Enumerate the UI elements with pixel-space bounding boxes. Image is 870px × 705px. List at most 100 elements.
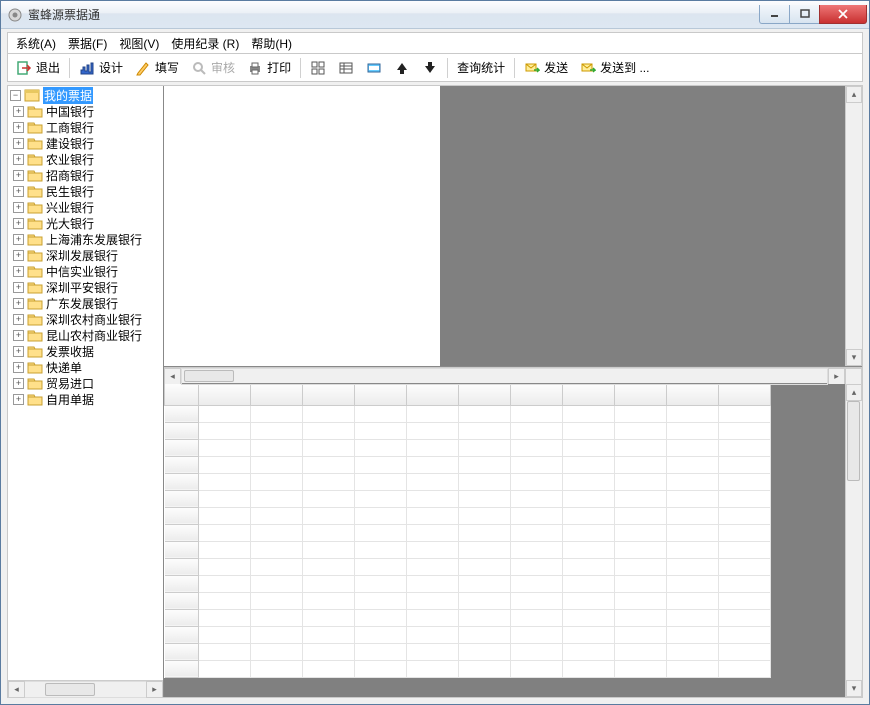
grid-cell[interactable] (459, 422, 511, 439)
grid-cell[interactable] (199, 643, 251, 660)
grid-cell[interactable] (667, 473, 719, 490)
grid-cell[interactable] (719, 490, 771, 507)
grid-cell[interactable] (459, 609, 511, 626)
grid-cell[interactable] (615, 609, 667, 626)
table-row[interactable] (165, 592, 771, 609)
tree-item[interactable]: +光大银行 (10, 215, 163, 231)
grid-cell[interactable] (615, 643, 667, 660)
titlebar[interactable]: 蜜蜂源票据通 (1, 1, 869, 29)
row-header[interactable] (165, 422, 199, 439)
row-header[interactable] (165, 558, 199, 575)
grid-cell[interactable] (615, 507, 667, 524)
scroll-down-icon[interactable]: ▾ (846, 680, 862, 697)
grid-cell[interactable] (459, 660, 511, 677)
design-button[interactable]: 设计 (73, 57, 129, 78)
expand-icon[interactable]: + (13, 138, 24, 149)
grid-cell[interactable] (459, 592, 511, 609)
collapse-icon[interactable]: − (10, 90, 21, 101)
grid-cell[interactable] (459, 541, 511, 558)
grid-cell[interactable] (407, 405, 459, 422)
grid-cell[interactable] (719, 422, 771, 439)
row-header[interactable] (165, 473, 199, 490)
grid-cell[interactable] (719, 524, 771, 541)
grid-cell[interactable] (459, 575, 511, 592)
grid-cell[interactable] (199, 558, 251, 575)
grid-cell[interactable] (667, 490, 719, 507)
grid-cell[interactable] (459, 456, 511, 473)
grid-cell[interactable] (719, 456, 771, 473)
grid-cell[interactable] (667, 524, 719, 541)
preview-vscrollbar[interactable]: ▴ ▾ (845, 86, 862, 366)
grid-cell[interactable] (719, 643, 771, 660)
grid-cell[interactable] (303, 609, 355, 626)
grid-cell[interactable] (563, 439, 615, 456)
grid-cell[interactable] (251, 558, 303, 575)
grid-cell[interactable] (199, 592, 251, 609)
grid-cell[interactable] (355, 626, 407, 643)
table-row[interactable] (165, 422, 771, 439)
table-row[interactable] (165, 609, 771, 626)
grid-header-cell[interactable] (511, 384, 563, 405)
grid-cell[interactable] (615, 660, 667, 677)
down-button[interactable] (416, 58, 444, 78)
grid-cell[interactable] (355, 541, 407, 558)
grid-cell[interactable] (719, 660, 771, 677)
minimize-button[interactable] (759, 5, 789, 24)
table-row[interactable] (165, 660, 771, 677)
grid-cell[interactable] (199, 609, 251, 626)
expand-icon[interactable]: + (13, 362, 24, 373)
grid-cell[interactable] (303, 575, 355, 592)
tree-item-label[interactable]: 中国银行 (46, 103, 94, 120)
grid-header-cell[interactable] (667, 384, 719, 405)
grid-cell[interactable] (407, 473, 459, 490)
row-header[interactable] (165, 626, 199, 643)
expand-icon[interactable]: + (13, 186, 24, 197)
grid-cell[interactable] (303, 660, 355, 677)
grid-cell[interactable] (303, 643, 355, 660)
grid-cell[interactable] (667, 405, 719, 422)
grid-cell[interactable] (355, 490, 407, 507)
expand-icon[interactable]: + (13, 266, 24, 277)
grid-cell[interactable] (667, 558, 719, 575)
grid-cell[interactable] (303, 439, 355, 456)
grid-header-cell[interactable] (563, 384, 615, 405)
tree-item-label[interactable]: 深圳发展银行 (46, 247, 118, 264)
grid-cell[interactable] (667, 422, 719, 439)
expand-icon[interactable]: + (13, 394, 24, 405)
menu-system[interactable]: 系统(A) (10, 33, 62, 54)
grid-cell[interactable] (615, 473, 667, 490)
tree-item[interactable]: +自用单据 (10, 391, 163, 407)
grid-cell[interactable] (251, 575, 303, 592)
table-row[interactable] (165, 456, 771, 473)
grid-header-cell[interactable] (303, 384, 355, 405)
grid-cell[interactable] (251, 473, 303, 490)
grid-cell[interactable] (511, 422, 563, 439)
view-form-button[interactable] (360, 58, 388, 78)
scroll-right-icon[interactable]: ▸ (146, 681, 163, 698)
grid-cell[interactable] (407, 456, 459, 473)
tree-item[interactable]: +发票收据 (10, 343, 163, 359)
grid-cell[interactable] (407, 609, 459, 626)
grid-cell[interactable] (563, 473, 615, 490)
grid-cell[interactable] (303, 524, 355, 541)
table-row[interactable] (165, 643, 771, 660)
tree-item[interactable]: +兴业银行 (10, 199, 163, 215)
grid-cell[interactable] (407, 660, 459, 677)
grid-cell[interactable] (251, 439, 303, 456)
menu-history[interactable]: 使用纪录 (R) (165, 33, 245, 54)
view-list-button[interactable] (332, 58, 360, 78)
tree-item-label[interactable]: 兴业银行 (46, 199, 94, 216)
grid-cell[interactable] (355, 558, 407, 575)
grid-cell[interactable] (511, 592, 563, 609)
close-button[interactable] (819, 5, 867, 24)
preview-hscrollbar[interactable]: ◂ ▸ (164, 367, 862, 384)
grid-cell[interactable] (407, 422, 459, 439)
tree-item[interactable]: +深圳农村商业银行 (10, 311, 163, 327)
data-grid[interactable] (164, 384, 845, 697)
grid-cell[interactable] (355, 405, 407, 422)
grid-cell[interactable] (563, 592, 615, 609)
grid-cell[interactable] (511, 439, 563, 456)
grid-cell[interactable] (407, 541, 459, 558)
tree-item-label[interactable]: 广东发展银行 (46, 295, 118, 312)
scroll-down-icon[interactable]: ▾ (846, 349, 862, 366)
